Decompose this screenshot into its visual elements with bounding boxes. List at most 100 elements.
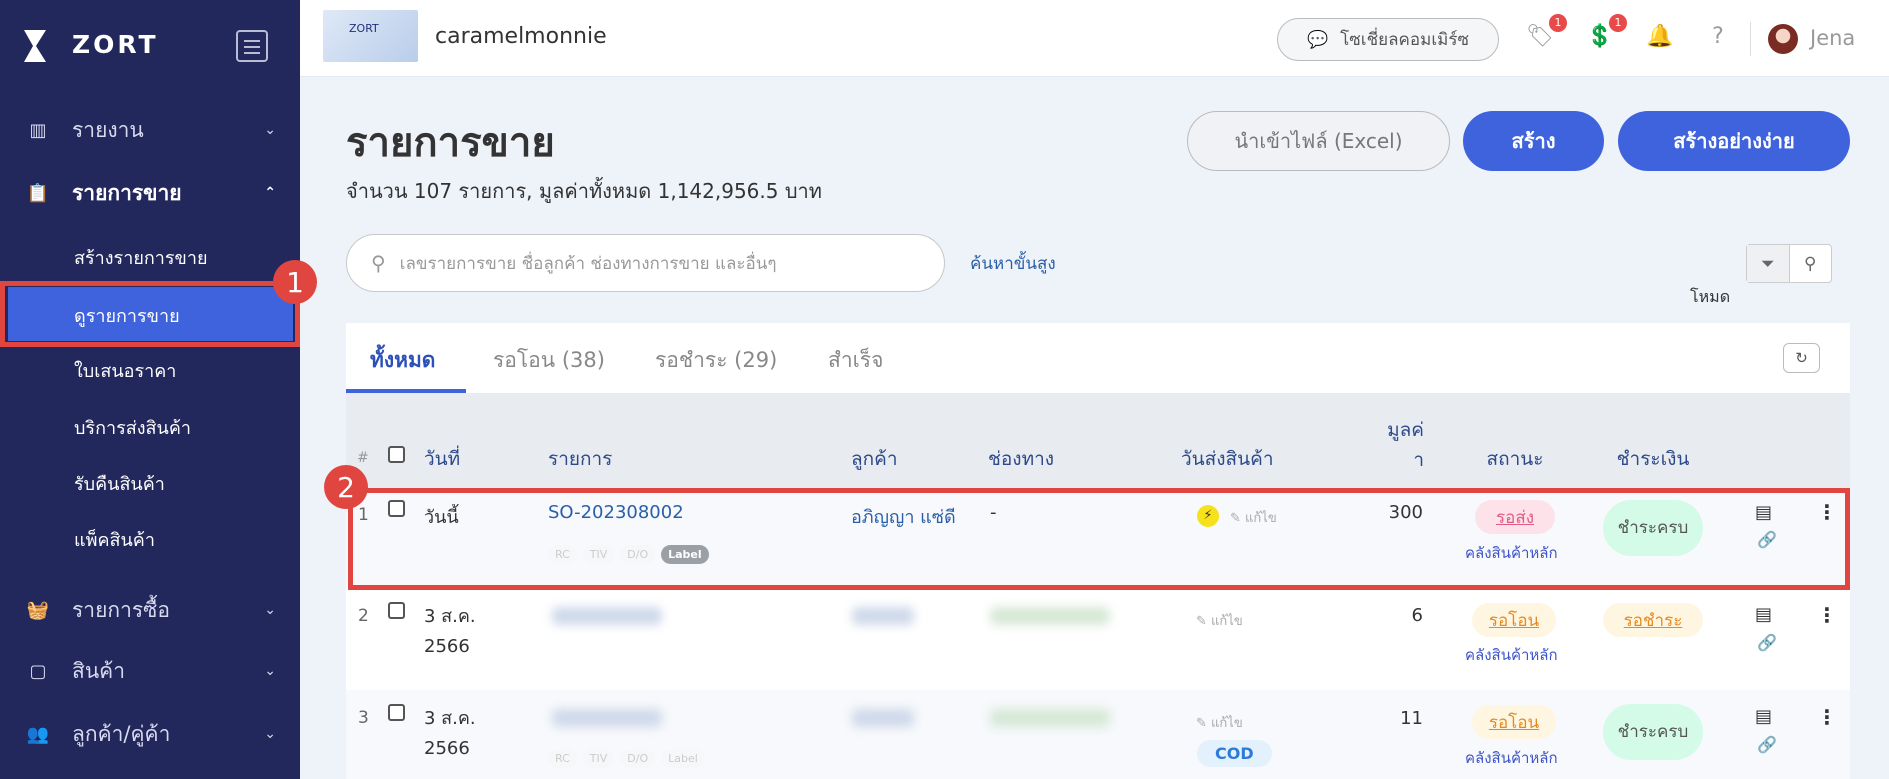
cod-badge: COD bbox=[1197, 740, 1272, 767]
annotation-box-row bbox=[348, 488, 1850, 590]
tab-awaiting-transfer[interactable]: รอโอน (38) bbox=[493, 344, 605, 377]
row-num: 3 bbox=[358, 708, 369, 728]
payment-badge[interactable]: รอชำระ bbox=[1603, 603, 1703, 637]
doc-chips: RC TIV D/O Label bbox=[548, 747, 711, 768]
tab-awaiting-payment[interactable]: รอชำระ (29) bbox=[655, 344, 777, 377]
annotation-marker-1: 1 bbox=[273, 260, 317, 304]
annotation-box-sidebar bbox=[0, 281, 300, 347]
create-button[interactable]: สร้าง bbox=[1463, 111, 1604, 171]
search-placeholder: เลขรายการขาย ชื่อลูกค้า ช่องทางการขาย แล… bbox=[399, 253, 777, 274]
chevron-up-icon: ⌃ bbox=[264, 185, 276, 201]
chip-tiv[interactable]: TIV bbox=[582, 749, 615, 768]
shipping-tag-icon[interactable]: 🏷 1 bbox=[1525, 14, 1567, 54]
warehouse-link[interactable]: คลังสินค้าหลัก bbox=[1465, 746, 1558, 770]
col-status[interactable]: สถานะ bbox=[1475, 444, 1555, 474]
mode-toggle[interactable]: ⏷ ⚲ bbox=[1746, 244, 1832, 283]
blurred-customer bbox=[852, 607, 914, 625]
refresh-button[interactable]: ↻ bbox=[1783, 343, 1820, 373]
box-icon: ▢ bbox=[29, 660, 47, 682]
blurred-customer bbox=[852, 709, 914, 727]
more-options-icon[interactable]: ⋮ bbox=[1817, 603, 1837, 627]
page-summary: จำนวน 107 รายการ, มูลค่าทั้งหมด 1,142,95… bbox=[346, 179, 822, 203]
sidebar-sub-create-sale[interactable]: สร้างรายการขาย bbox=[74, 243, 208, 272]
chevron-down-icon: ⌄ bbox=[264, 122, 276, 138]
sidebar-item-label: ลูกค้า/คู่ค้า bbox=[72, 721, 171, 746]
tab-all[interactable]: ทั้งหมด bbox=[370, 344, 435, 377]
row-checkbox[interactable] bbox=[388, 704, 405, 721]
col-num: # bbox=[357, 450, 369, 466]
import-excel-button[interactable]: นำเข้าไฟล์ (Excel) bbox=[1187, 111, 1450, 171]
credit-card-icon[interactable]: ▤ bbox=[1755, 604, 1772, 625]
status-badge[interactable]: รอโอน bbox=[1472, 705, 1556, 739]
chip-rc[interactable]: RC bbox=[548, 749, 577, 768]
row-date: 3 ส.ค. 2566 bbox=[424, 708, 476, 759]
edit-ship-date[interactable]: ✎ แก้ไข bbox=[1196, 712, 1243, 733]
link-icon[interactable]: 🔗 bbox=[1757, 633, 1777, 652]
col-ship-date[interactable]: วันส่งสินค้า bbox=[1181, 444, 1274, 474]
edit-ship-date[interactable]: ✎ แก้ไข bbox=[1196, 610, 1243, 631]
chip-do[interactable]: D/O bbox=[620, 749, 656, 768]
row-date: 3 ส.ค. 2566 bbox=[424, 606, 476, 657]
help-icon[interactable]: ? bbox=[1703, 24, 1733, 54]
col-customer[interactable]: ลูกค้า bbox=[851, 444, 898, 474]
col-date[interactable]: วันที่ bbox=[424, 444, 460, 474]
sidebar-item-customers[interactable]: 👥 ลูกค้า/คู่ค้า ⌄ bbox=[0, 711, 300, 757]
chevron-down-icon: ⌄ bbox=[264, 726, 276, 742]
col-channel[interactable]: ช่องทาง bbox=[988, 444, 1054, 474]
sidebar: ZORT ▥ รายงาน ⌄ 📋 รายการขาย ⌃ สร้างรายการขาย… bbox=[0, 0, 300, 779]
bar-chart-icon: ▥ bbox=[29, 119, 47, 141]
chevron-down-icon: ⌄ bbox=[264, 663, 276, 679]
col-value[interactable]: มูลค่า bbox=[1384, 415, 1424, 475]
social-commerce-button[interactable]: 💬 โซเชี่ยลคอมเมิร์ซ bbox=[1277, 18, 1499, 61]
filter-icon[interactable]: ⏷ bbox=[1747, 245, 1790, 282]
sidebar-sub-quotation[interactable]: ใบเสนอราคา bbox=[74, 356, 176, 385]
col-order[interactable]: รายการ bbox=[548, 444, 612, 474]
sidebar-item-sales[interactable]: 📋 รายการขาย ⌃ bbox=[0, 170, 300, 216]
quick-create-button[interactable]: สร้างอย่างง่าย bbox=[1618, 111, 1850, 171]
brand-name: ZORT bbox=[72, 30, 159, 59]
users-icon: 👥 bbox=[26, 723, 50, 745]
sidebar-item-label: รายงาน bbox=[72, 117, 144, 142]
avatar[interactable] bbox=[1768, 24, 1798, 54]
notification-badge: 1 bbox=[1609, 14, 1627, 32]
annotation-marker-2: 2 bbox=[324, 465, 368, 509]
bell-icon[interactable]: 🔔 bbox=[1645, 24, 1675, 54]
row-checkbox[interactable] bbox=[388, 602, 405, 619]
advanced-search-link[interactable]: ค้นหาขั้นสูง bbox=[970, 250, 1056, 277]
chip-label[interactable]: Label bbox=[661, 749, 705, 768]
shop-name: caramelmonnie bbox=[435, 24, 607, 49]
payment-message-icon[interactable]: 💲 1 bbox=[1585, 14, 1627, 54]
chat-icon: 💬 bbox=[1306, 29, 1329, 50]
zort-logo-icon bbox=[24, 30, 46, 62]
sidebar-item-label: สินค้า bbox=[72, 658, 126, 683]
credit-card-icon[interactable]: ▤ bbox=[1755, 706, 1772, 727]
col-payment[interactable]: ชำระเงิน bbox=[1603, 444, 1703, 474]
row-value: 6 bbox=[1411, 605, 1423, 626]
search-input[interactable]: ⚲ เลขรายการขาย ชื่อลูกค้า ช่องทางการขาย แ… bbox=[346, 234, 945, 292]
blurred-channel bbox=[990, 709, 1110, 727]
link-icon[interactable]: 🔗 bbox=[1757, 735, 1777, 754]
status-badge[interactable]: รอโอน bbox=[1472, 603, 1556, 637]
basket-icon: 🧺 bbox=[26, 599, 50, 621]
tab-completed[interactable]: สำเร็จ bbox=[828, 344, 883, 377]
select-all-checkbox[interactable] bbox=[388, 446, 405, 463]
search-icon[interactable]: ⚲ bbox=[1790, 245, 1832, 282]
social-commerce-label: โซเชี่ยลคอมเมิร์ซ bbox=[1340, 30, 1470, 50]
payment-badge[interactable]: ชำระครบ bbox=[1603, 704, 1703, 760]
shop-logo: ZORT bbox=[323, 10, 418, 62]
sidebar-sub-returns[interactable]: รับคืนสินค้า bbox=[74, 469, 165, 498]
blurred-order bbox=[552, 709, 662, 727]
user-name[interactable]: Jena bbox=[1810, 26, 1855, 50]
sidebar-item-label: รายการซื้อ bbox=[72, 597, 171, 622]
sidebar-item-purchases[interactable]: 🧺 รายการซื้อ ⌄ bbox=[0, 587, 300, 633]
warehouse-link[interactable]: คลังสินค้าหลัก bbox=[1465, 643, 1558, 667]
sidebar-item-reports[interactable]: ▥ รายงาน ⌄ bbox=[0, 107, 300, 153]
menu-toggle-button[interactable] bbox=[236, 30, 268, 62]
sidebar-sub-shipping[interactable]: บริการส่งสินค้า bbox=[74, 413, 191, 442]
sidebar-sub-packing[interactable]: แพ็คสินค้า bbox=[74, 525, 155, 554]
sidebar-item-label: รายการขาย bbox=[72, 180, 182, 205]
clipboard-icon: 📋 bbox=[26, 182, 50, 204]
divider bbox=[1750, 22, 1751, 56]
more-options-icon[interactable]: ⋮ bbox=[1817, 705, 1837, 729]
sidebar-item-products[interactable]: ▢ สินค้า ⌄ bbox=[0, 648, 300, 694]
